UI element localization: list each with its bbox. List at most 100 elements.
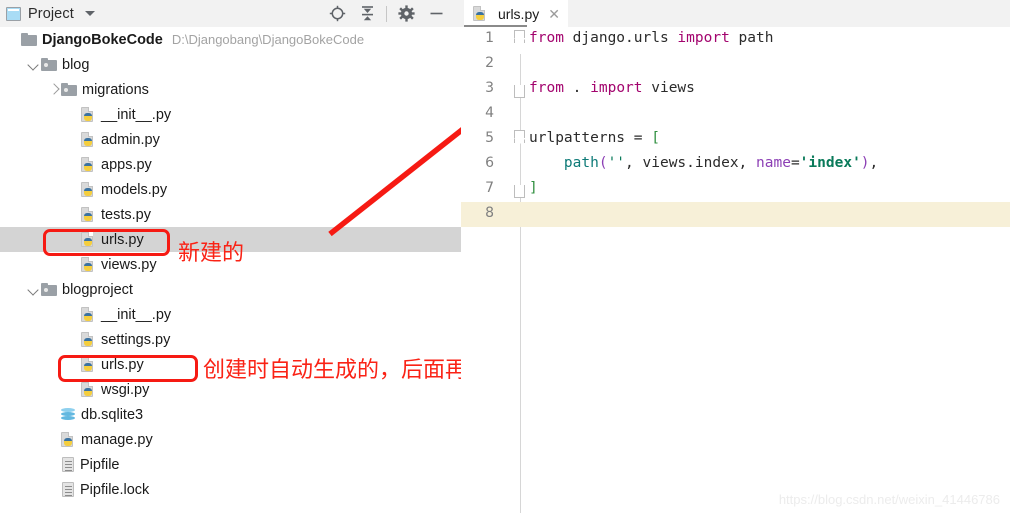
tree-arrow-spacer <box>68 158 81 171</box>
tree-item-label: Pipfile.lock <box>80 481 150 498</box>
tree-item--init-py[interactable]: __init__.py <box>0 302 171 327</box>
tree-item-label: urls.py <box>101 356 144 373</box>
tree-item-db-sqlite3[interactable]: db.sqlite3 <box>0 402 143 427</box>
editor-tab-urls-py[interactable]: urls.py ✕ <box>464 0 568 27</box>
toolbar-divider <box>386 5 387 22</box>
line-number: 4 <box>485 105 494 121</box>
code-content[interactable]: 1 from django.urls import path 2 3 from . im… <box>461 27 1010 513</box>
python-file-icon <box>81 381 96 398</box>
minimize-icon[interactable] <box>421 0 451 27</box>
python-file-icon <box>81 131 96 148</box>
line-number: 8 <box>485 205 494 221</box>
folder-icon <box>21 33 37 46</box>
python-file-icon <box>81 331 96 348</box>
chevron-down-icon[interactable] <box>28 58 41 71</box>
tree-item-admin-py[interactable]: admin.py <box>0 127 160 152</box>
code-fold-expanded-icon[interactable] <box>514 30 526 45</box>
close-icon[interactable]: ✕ <box>548 7 560 21</box>
locate-in-tree-icon[interactable] <box>322 0 352 27</box>
tree-arrow-spacer <box>68 308 81 321</box>
database-icon <box>61 407 76 422</box>
tree-item-settings-py[interactable]: settings.py <box>0 327 170 352</box>
tree-arrow-spacer <box>48 483 61 496</box>
tree-item-path: D:\Djangobang\DjangoBokeCode <box>171 32 365 47</box>
code-line-text: ] <box>529 180 538 196</box>
tree-arrow-spacer <box>68 183 81 196</box>
tree-item-views-py[interactable]: views.py <box>0 252 157 277</box>
tree-item-label: DjangoBokeCode <box>42 31 163 48</box>
gear-icon[interactable] <box>391 0 421 27</box>
code-fold-end-icon[interactable] <box>514 185 525 198</box>
code-line-5[interactable]: 5 urlpatterns = [ <box>461 127 1010 152</box>
tree-item-label: models.py <box>101 181 168 198</box>
code-line-7[interactable]: 7] <box>461 177 1010 202</box>
tree-item-models-py[interactable]: models.py <box>0 177 167 202</box>
tree-item-tests-py[interactable]: tests.py <box>0 202 151 227</box>
tree-item-urls-py[interactable]: urls.py <box>0 352 144 377</box>
python-file-icon <box>81 356 96 373</box>
tree-item-label: tests.py <box>101 206 151 223</box>
code-line-8[interactable]: 8 <box>461 202 1010 227</box>
code-line-text: path('', views.index, name='index'), <box>563 155 879 171</box>
line-number: 1 <box>485 30 494 46</box>
project-tree-panel[interactable]: DjangoBokeCode D:\Djangobang\DjangoBokeCo… <box>0 27 461 513</box>
tree-item-manage-py[interactable]: manage.py <box>0 427 153 452</box>
tree-item-label: __init__.py <box>101 106 172 123</box>
python-file-icon <box>81 206 96 223</box>
python-file-icon <box>81 181 96 198</box>
code-line-6[interactable]: 6 path('', views.index, name='index'), <box>461 152 1010 177</box>
python-file-icon <box>81 156 96 173</box>
collapse-all-icon[interactable] <box>352 0 382 27</box>
line-number: 2 <box>485 55 494 71</box>
python-file-icon <box>473 5 488 22</box>
chevron-right-icon[interactable] <box>48 83 61 96</box>
tree-item-apps-py[interactable]: apps.py <box>0 152 152 177</box>
tree-item-label: db.sqlite3 <box>81 406 144 423</box>
tree-item-wsgi-py[interactable]: wsgi.py <box>0 377 149 402</box>
code-line-4[interactable]: 4 <box>461 102 1010 127</box>
folder-module-icon <box>41 283 57 296</box>
tree-item-label: views.py <box>101 256 157 273</box>
code-editor-panel[interactable]: urls.py ✕ 1 from django.urls import path 2… <box>461 0 1010 513</box>
project-panel-icon <box>6 6 21 21</box>
tree-arrow-spacer <box>68 208 81 221</box>
tree-item-pipfile-lock[interactable]: Pipfile.lock <box>0 477 149 502</box>
tree-item-blogproject[interactable]: blogproject <box>0 277 133 302</box>
folder-module-icon <box>61 83 77 96</box>
folder-module-icon <box>41 58 57 71</box>
tree-item--init-py[interactable]: __init__.py <box>0 102 171 127</box>
code-line-1[interactable]: 1 from django.urls import path <box>461 27 1010 52</box>
tree-item-pipfile[interactable]: Pipfile <box>0 452 120 477</box>
code-line-3[interactable]: 3 from . import views <box>461 77 1010 102</box>
tree-item-label: admin.py <box>101 131 160 148</box>
tree-arrow-spacer <box>68 258 81 271</box>
code-fold-end-icon[interactable] <box>514 85 525 98</box>
tree-arrow-spacer <box>68 333 81 346</box>
annotation-label-new-file: 新建的 <box>178 241 245 266</box>
tree-arrow-spacer <box>68 383 81 396</box>
python-file-icon <box>81 306 96 323</box>
tree-arrow-spacer <box>68 108 81 121</box>
project-panel-header[interactable]: Project <box>6 0 95 27</box>
tree-item-label: wsgi.py <box>101 381 150 398</box>
panel-title: Project <box>28 5 74 22</box>
python-file-icon <box>81 231 96 248</box>
line-number: 7 <box>485 180 494 196</box>
text-file-icon <box>61 481 75 498</box>
tree-item-djangobokecode[interactable]: DjangoBokeCode D:\Djangobang\DjangoBokeCo… <box>0 27 364 52</box>
text-file-icon <box>61 456 75 473</box>
tree-item-label: Pipfile <box>80 456 120 473</box>
tree-item-label: blogproject <box>62 281 133 298</box>
tree-arrow-spacer <box>8 33 21 46</box>
chevron-down-icon[interactable] <box>84 11 95 16</box>
tree-item-migrations[interactable]: migrations <box>0 77 149 102</box>
line-number: 3 <box>485 80 494 96</box>
chevron-down-icon[interactable] <box>28 283 41 296</box>
tree-arrow-spacer <box>48 408 61 421</box>
code-line-text: from . import views <box>529 80 695 96</box>
tree-item-label: apps.py <box>101 156 152 173</box>
code-line-2[interactable]: 2 <box>461 52 1010 77</box>
code-fold-expanded-icon[interactable] <box>514 130 526 145</box>
tree-item-blog[interactable]: blog <box>0 52 89 77</box>
tree-arrow-spacer <box>48 458 61 471</box>
